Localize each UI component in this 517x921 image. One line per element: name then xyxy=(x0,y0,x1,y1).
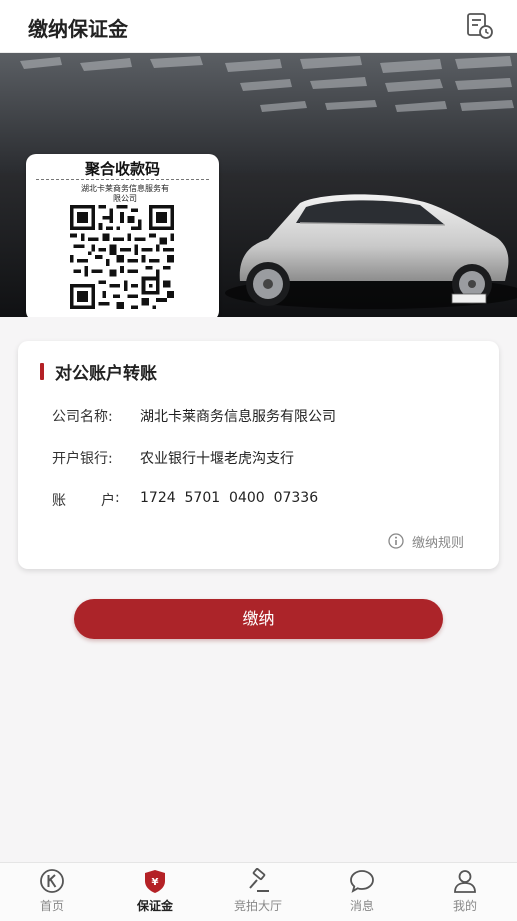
bank-label: 开户银行: xyxy=(52,451,113,467)
info-icon[interactable] xyxy=(388,533,404,549)
payment-rules-link[interactable]: 缴纳规则 xyxy=(412,532,464,551)
tab-messages[interactable]: 消息 xyxy=(317,863,407,921)
qr-card-title: 聚合收款码 xyxy=(84,160,160,178)
tab-mine[interactable]: 我的 xyxy=(420,863,510,921)
tab-home[interactable]: 首页 xyxy=(7,863,97,921)
deposit-shield-icon: ¥ xyxy=(145,870,165,893)
qr-payment-card: 聚合收款码 湖北卡莱商务信息服务有限公司 xyxy=(26,154,219,317)
card-title-accent xyxy=(40,363,44,380)
qr-code-image xyxy=(70,205,174,309)
home-k-icon xyxy=(40,869,64,893)
account-number: 1724 5701 0400 07336 xyxy=(140,490,319,506)
tab-label-auction-hall: 竞拍大厅 xyxy=(233,899,282,913)
tab-label-messages: 消息 xyxy=(349,899,374,913)
user-icon xyxy=(454,870,476,893)
account-colon: : xyxy=(115,490,120,506)
tab-label-deposit: 保证金 xyxy=(136,899,173,913)
bank-transfer-card: 对公账户转账 公司名称: 湖北卡莱商务信息服务有限公司 开户银行: 农业银行十堰… xyxy=(18,341,499,569)
tab-label-mine: 我的 xyxy=(452,899,477,913)
banner: 聚合收款码 湖北卡莱商务信息服务有限公司 xyxy=(0,53,517,317)
app-header: 缴纳保证金 xyxy=(0,0,517,53)
card-title: 对公账户转账 xyxy=(55,364,157,384)
company-label: 公司名称: xyxy=(52,409,113,425)
message-bubble-icon xyxy=(350,870,374,893)
page-title: 缴纳保证金 xyxy=(28,17,128,41)
qr-company-name: 湖北卡莱商务信息服务有限公司 xyxy=(81,184,169,203)
bank-value: 农业银行十堰老虎沟支行 xyxy=(140,451,294,467)
company-value: 湖北卡莱商务信息服务有限公司 xyxy=(140,409,336,425)
pay-button[interactable]: 缴纳 xyxy=(74,599,443,639)
account-label-char-2: 户 xyxy=(101,493,115,509)
qr-divider xyxy=(36,179,209,180)
svg-text:¥: ¥ xyxy=(152,877,159,888)
auction-hammer-icon xyxy=(249,868,269,892)
tab-deposit[interactable]: ¥ 保证金 xyxy=(110,863,200,921)
account-label-char-1: 账 xyxy=(52,493,66,509)
tab-label-home: 首页 xyxy=(39,899,64,913)
bottom-tab-bar: 首页 ¥ 保证金 竞拍大厅 消息 我的 xyxy=(0,862,517,921)
record-clock-icon[interactable] xyxy=(465,11,495,41)
tab-auction-hall[interactable]: 竞拍大厅 xyxy=(213,863,303,921)
